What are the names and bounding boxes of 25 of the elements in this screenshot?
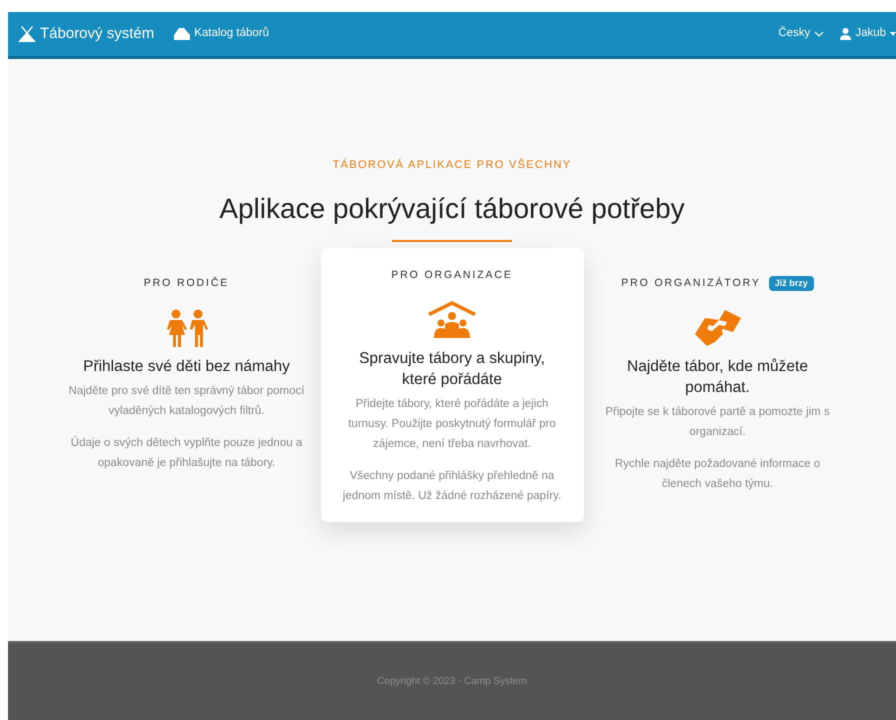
feature-description: Najděte pro své dítě ten správný tábor pomocí vyladěných katalogových filtrů. <box>68 384 306 418</box>
feature-label: PRO RODIČE <box>144 276 230 291</box>
feature-description: Připojte se k táborové partě a pomozte jim s organizací. <box>604 404 831 440</box>
feature-title: Najděte tábor, kde můžete pomáhat. <box>626 356 809 398</box>
feature-description: Všechny podané přihlášky přehledně na jednom místě. Už žádné rozházené papíry. <box>342 468 562 504</box>
copyright-text: Copyright © 2023 - Camp System <box>377 675 527 689</box>
feature-title: Přihlaste své děti bez námahy <box>82 356 291 376</box>
feature-description: Údaje o svých dětech vyplňte pouze jednou a opakovaně je přihlašujte na tábory. <box>70 435 304 470</box>
hero-title: Aplikace pokrývající táborové potřeby <box>219 192 685 226</box>
people-under-roof-icon <box>428 300 476 338</box>
feature-description: Přidejte tábory, které pořádáte a jejich turnusy. Použijte poskytnutý formulář pro zájemce, není třeba navrhovat. <box>347 396 557 452</box>
brand-link[interactable]: Táborový systém <box>18 22 154 46</box>
eyebrow-text: TÁBOROVÁ APLIKACE PRO VŠECHNY <box>332 157 572 173</box>
user-menu[interactable]: Jakub <box>840 25 896 43</box>
feature-title: Spravujte tábory a skupiny, které pořádáte <box>358 348 546 390</box>
children-icon <box>164 308 208 346</box>
feature-label: PRO ORGANIZÁTORY <box>621 276 761 291</box>
coming-soon-badge: Již brzy <box>768 276 814 292</box>
nav-link[interactable]: Katalog táborů <box>174 25 270 43</box>
caret-icon <box>890 32 896 36</box>
language-dropdown[interactable]: Česky <box>778 25 824 43</box>
feature-description: Rychle najděte požadované informace o členech vašeho týmu. <box>614 456 822 492</box>
user-icon <box>840 28 852 40</box>
chevron-down-icon <box>814 31 824 37</box>
feature-label: PRO ORGANIZACE <box>391 268 513 283</box>
